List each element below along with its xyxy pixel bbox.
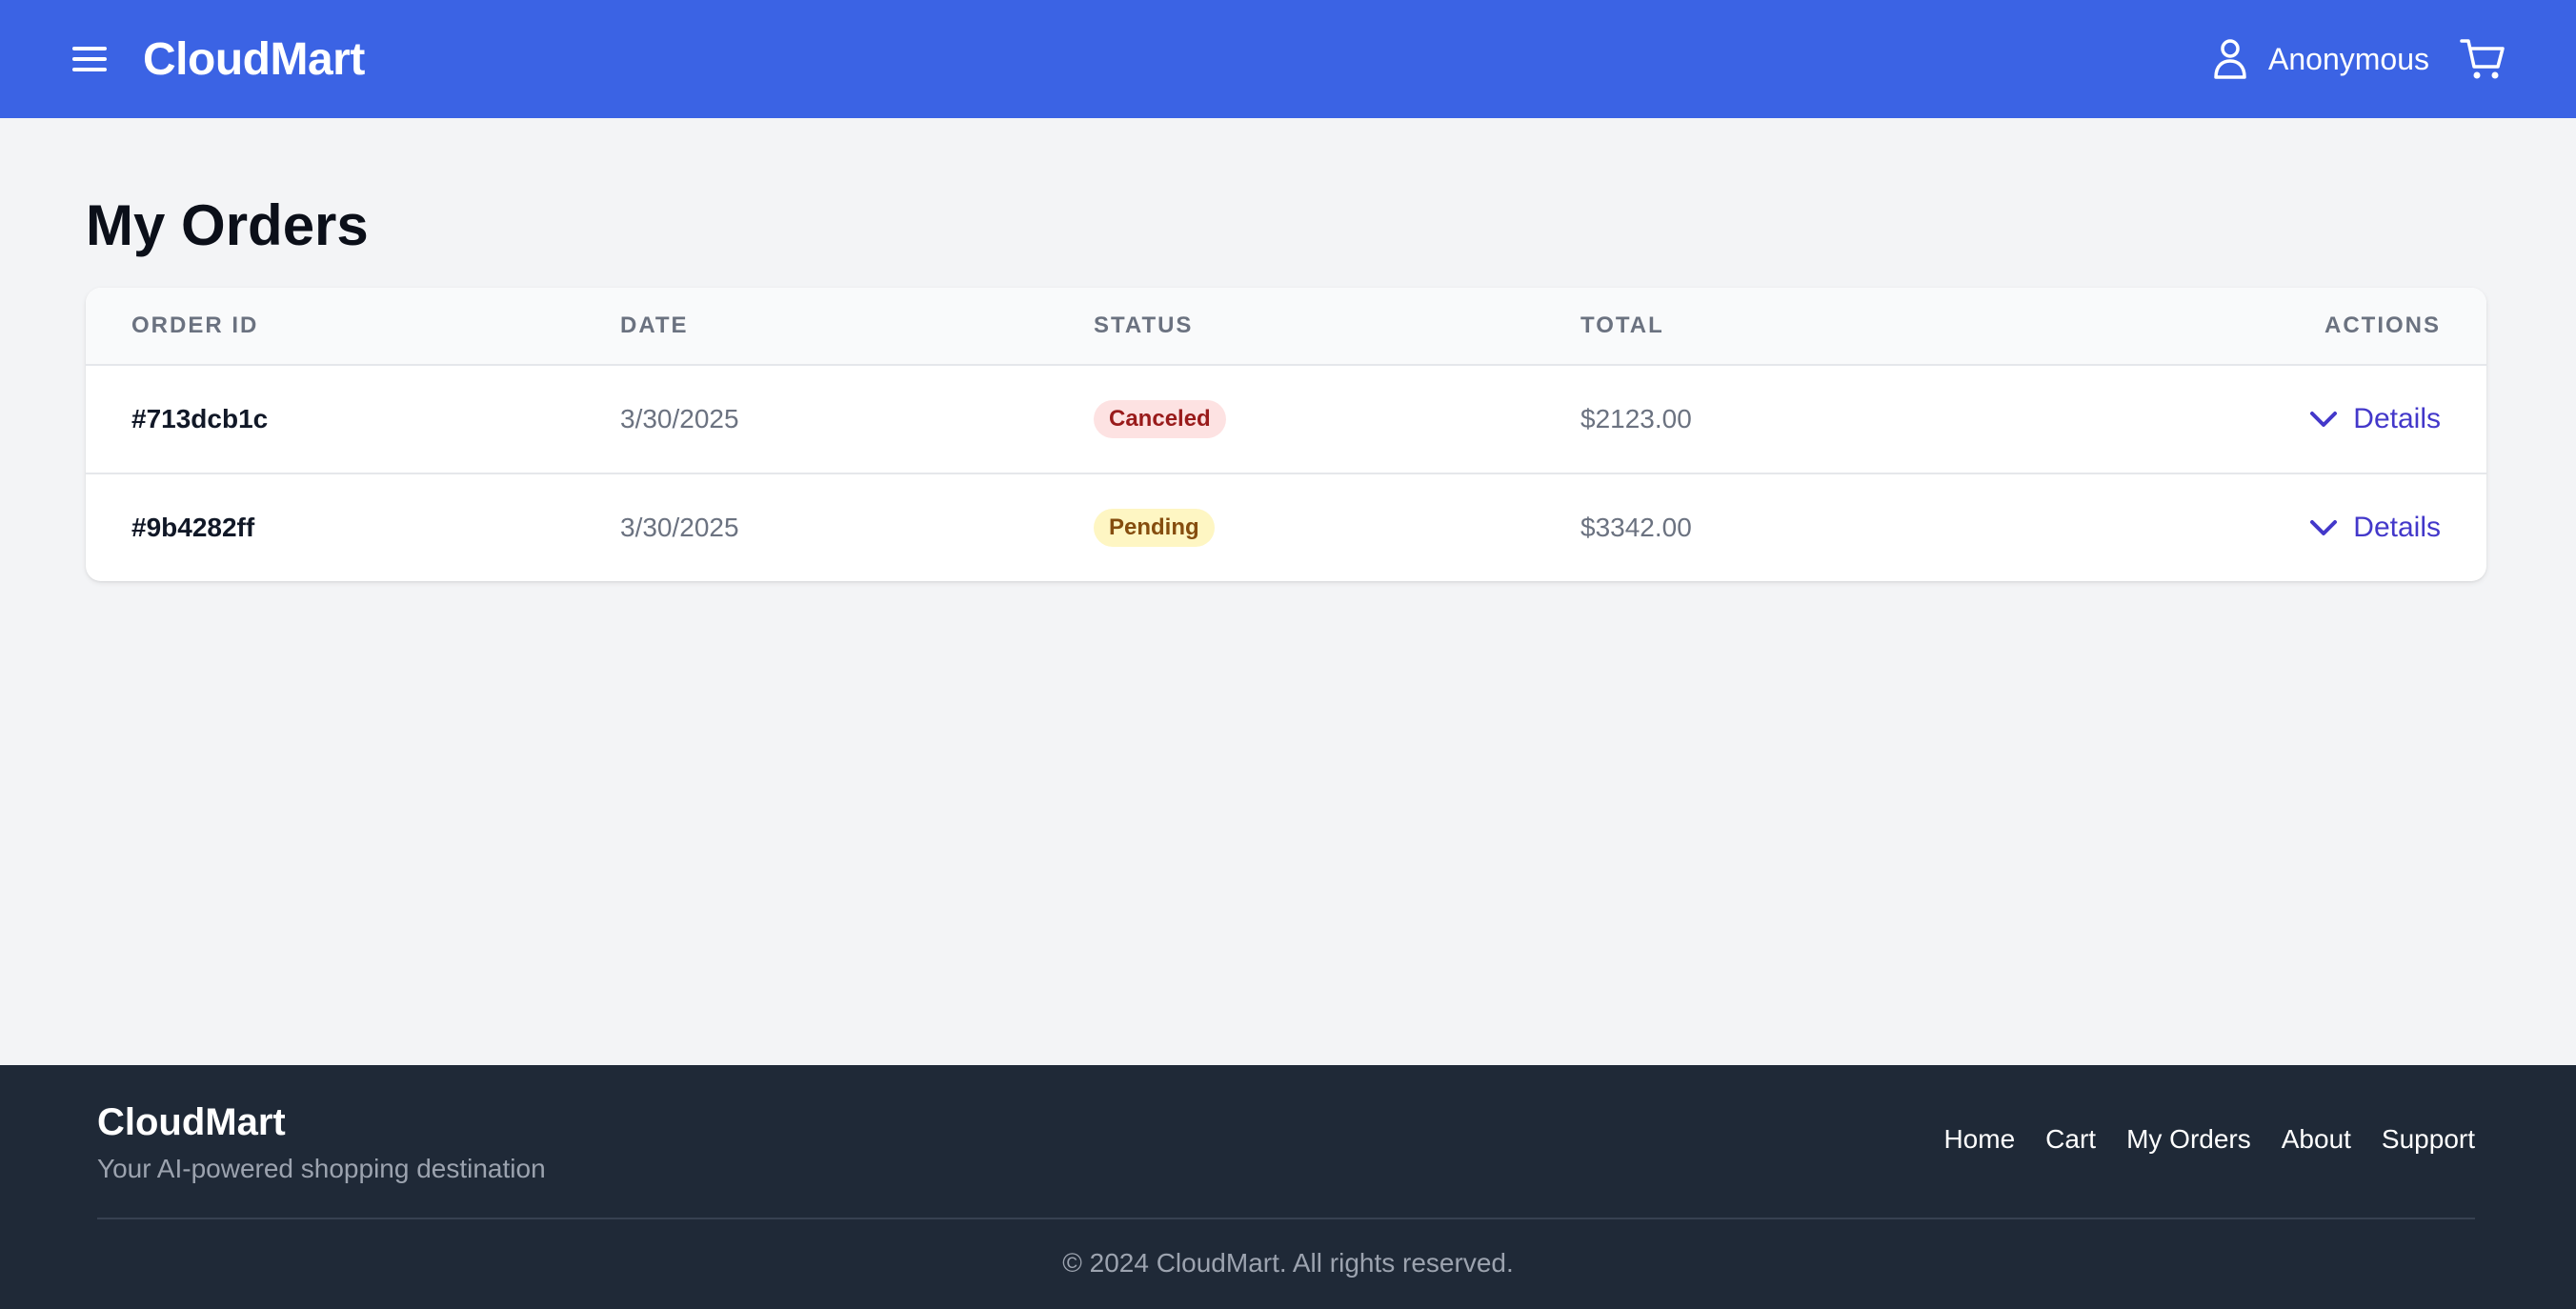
order-status-cell: Canceled: [1048, 400, 1535, 438]
details-button[interactable]: Details: [2309, 403, 2441, 435]
details-label: Details: [2353, 512, 2441, 543]
footer-link-support[interactable]: Support: [2382, 1124, 2475, 1155]
table-row: #713dcb1c 3/30/2025 Canceled $2123.00 De…: [86, 364, 2486, 473]
copyright-text: © 2024 CloudMart. All rights reserved.: [1062, 1248, 1514, 1278]
footer-tagline: Your AI-powered shopping destination: [97, 1154, 546, 1183]
order-total: $3342.00: [1580, 513, 1692, 542]
menu-button[interactable]: [70, 40, 109, 78]
user-menu[interactable]: Anonymous: [2213, 38, 2429, 80]
footer-top: CloudMart Your AI-powered shopping desti…: [97, 1101, 2475, 1184]
column-header-order-id: ORDER ID: [131, 312, 259, 338]
order-date: 3/30/2025: [620, 513, 739, 542]
footer-link-cart[interactable]: Cart: [2045, 1124, 2096, 1155]
footer-divider: [97, 1218, 2475, 1219]
order-actions-cell: Details: [2022, 512, 2486, 544]
page-title: My Orders: [86, 193, 369, 257]
footer-link-about[interactable]: About: [2282, 1124, 2351, 1155]
footer-brand-block: CloudMart Your AI-powered shopping desti…: [97, 1101, 546, 1184]
top-navbar: CloudMart Anonymous: [0, 0, 2576, 118]
page: CloudMart Anonymous My Orders ORDER ID D…: [0, 0, 2576, 1309]
table-row: #9b4282ff 3/30/2025 Pending $3342.00 Det…: [86, 473, 2486, 581]
main-content: My Orders ORDER ID DATE STATUS TOTAL ACT…: [86, 118, 2486, 581]
user-name: Anonymous: [2268, 41, 2429, 76]
order-total: $2123.00: [1580, 404, 1692, 433]
menu-icon: [72, 47, 107, 71]
chevron-down-icon: [2310, 520, 2338, 535]
order-status-cell: Pending: [1048, 509, 1535, 547]
footer-link-home[interactable]: Home: [1943, 1124, 2015, 1155]
footer: CloudMart Your AI-powered shopping desti…: [0, 1065, 2576, 1309]
column-header-actions: ACTIONS: [2324, 312, 2441, 338]
column-header-status: STATUS: [1094, 312, 1194, 338]
table-header: ORDER ID DATE STATUS TOTAL ACTIONS: [86, 288, 2486, 364]
details-label: Details: [2353, 403, 2441, 434]
cart-button[interactable]: [2460, 37, 2506, 81]
order-id: #713dcb1c: [131, 404, 269, 433]
orders-table: ORDER ID DATE STATUS TOTAL ACTIONS #713d…: [86, 288, 2486, 581]
footer-brand: CloudMart: [97, 1101, 286, 1143]
brand-logo[interactable]: CloudMart: [143, 33, 365, 86]
status-badge: Pending: [1094, 509, 1215, 547]
footer-nav: Home Cart My Orders About Support: [1913, 1124, 2475, 1155]
chevron-down-icon: [2310, 412, 2338, 427]
cart-icon: [2460, 39, 2505, 79]
order-id: #9b4282ff: [131, 513, 255, 542]
user-icon: [2214, 39, 2246, 79]
order-date: 3/30/2025: [620, 404, 739, 433]
column-header-total: TOTAL: [1580, 312, 1664, 338]
details-button[interactable]: Details: [2309, 512, 2441, 544]
order-actions-cell: Details: [2022, 403, 2486, 435]
footer-link-my-orders[interactable]: My Orders: [2126, 1124, 2251, 1155]
status-badge: Canceled: [1094, 400, 1226, 438]
header-actions: Anonymous: [2213, 37, 2506, 81]
column-header-date: DATE: [620, 312, 689, 338]
